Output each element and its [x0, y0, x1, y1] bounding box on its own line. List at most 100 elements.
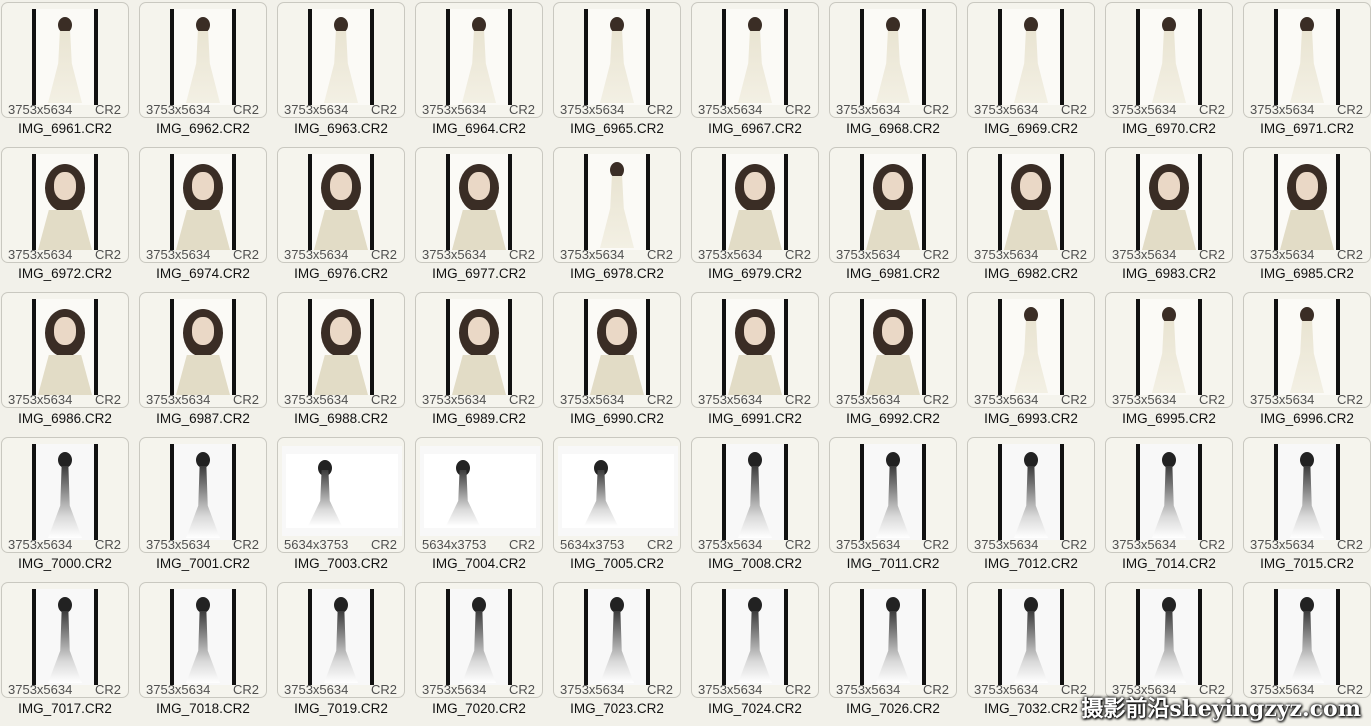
thumbnail[interactable]: 3753x5634 CR2	[1243, 2, 1371, 118]
file-item[interactable]: 3753x5634 CR2 IMG_6989.CR2	[415, 290, 553, 435]
thumbnail[interactable]: 3753x5634 CR2	[139, 292, 267, 408]
file-name[interactable]: IMG_6965.CR2	[553, 121, 681, 136]
file-name[interactable]: IMG_6982.CR2	[967, 266, 1095, 281]
file-item[interactable]: 5634x3753 CR2 IMG_7005.CR2	[553, 435, 691, 580]
file-name[interactable]: IMG_7019.CR2	[277, 701, 405, 716]
file-item[interactable]: 3753x5634 CR2 IMG_7000.CR2	[1, 435, 139, 580]
file-item[interactable]: 3753x5634 CR2 IMG_6988.CR2	[277, 290, 415, 435]
thumbnail[interactable]: 3753x5634 CR2	[277, 582, 405, 698]
file-item[interactable]: 3753x5634 CR2 IMG_6995.CR2	[1105, 290, 1243, 435]
thumbnail[interactable]: 3753x5634 CR2	[1105, 2, 1233, 118]
file-item[interactable]: 3753x5634 CR2 IMG_7023.CR2	[553, 580, 691, 725]
file-item[interactable]: 3753x5634 CR2 IMG_6970.CR2	[1105, 0, 1243, 145]
file-item[interactable]: 3753x5634 CR2 IMG_7012.CR2	[967, 435, 1105, 580]
file-name[interactable]: IMG_6969.CR2	[967, 121, 1095, 136]
file-name[interactable]: IMG_7017.CR2	[1, 701, 129, 716]
thumbnail[interactable]: 3753x5634 CR2	[1105, 292, 1233, 408]
file-item[interactable]: 3753x5634 CR2 IMG_7015.CR2	[1243, 435, 1371, 580]
file-item[interactable]: 3753x5634 CR2 IMG_6963.CR2	[277, 0, 415, 145]
file-name[interactable]: IMG_6967.CR2	[691, 121, 819, 136]
thumbnail[interactable]: 3753x5634 CR2	[415, 2, 543, 118]
file-name[interactable]: IMG_6963.CR2	[277, 121, 405, 136]
thumbnail[interactable]: 3753x5634 CR2	[829, 292, 957, 408]
thumbnail[interactable]: 3753x5634 CR2	[139, 437, 267, 553]
file-name[interactable]: IMG_6987.CR2	[139, 411, 267, 426]
file-name[interactable]: IMG_6988.CR2	[277, 411, 405, 426]
file-name[interactable]: IMG_6983.CR2	[1105, 266, 1233, 281]
file-item[interactable]: 3753x5634 CR2 IMG_6986.CR2	[1, 290, 139, 435]
file-name[interactable]: IMG_7012.CR2	[967, 556, 1095, 571]
file-name[interactable]: IMG_6976.CR2	[277, 266, 405, 281]
thumbnail[interactable]: 3753x5634 CR2	[829, 437, 957, 553]
file-name[interactable]: IMG_6977.CR2	[415, 266, 543, 281]
file-item[interactable]: 3753x5634 CR2 IMG_7011.CR2	[829, 435, 967, 580]
thumbnail[interactable]: 3753x5634 CR2	[691, 2, 819, 118]
file-name[interactable]: IMG_6961.CR2	[1, 121, 129, 136]
file-name[interactable]: IMG_7003.CR2	[277, 556, 405, 571]
file-item[interactable]: 3753x5634 CR2 IMG_6982.CR2	[967, 145, 1105, 290]
thumbnail[interactable]: 3753x5634 CR2	[415, 292, 543, 408]
file-name[interactable]: IMG_6972.CR2	[1, 266, 129, 281]
file-item[interactable]: 3753x5634 CR2 IMG_6987.CR2	[139, 290, 277, 435]
file-item[interactable]: 3753x5634 CR2 IMG_7020.CR2	[415, 580, 553, 725]
file-item[interactable]: 3753x5634 CR2 IMG_6991.CR2	[691, 290, 829, 435]
file-item[interactable]: 3753x5634 CR2 IMG_7001.CR2	[139, 435, 277, 580]
thumbnail[interactable]: 3753x5634 CR2	[277, 147, 405, 263]
thumbnail[interactable]: 3753x5634 CR2	[1105, 437, 1233, 553]
thumbnail[interactable]: 3753x5634 CR2	[829, 2, 957, 118]
thumbnail[interactable]: 3753x5634 CR2	[1, 292, 129, 408]
thumbnail[interactable]: 3753x5634 CR2	[553, 2, 681, 118]
thumbnail[interactable]: 3753x5634 CR2	[277, 292, 405, 408]
thumbnail[interactable]: 3753x5634 CR2	[1243, 582, 1371, 698]
file-name[interactable]: IMG_7008.CR2	[691, 556, 819, 571]
file-name[interactable]: IMG_6991.CR2	[691, 411, 819, 426]
file-name[interactable]: IMG_6974.CR2	[139, 266, 267, 281]
file-name[interactable]: IMG_7020.CR2	[415, 701, 543, 716]
file-name[interactable]: IMG_7018.CR2	[139, 701, 267, 716]
file-item[interactable]: 3753x5634 CR2 IMG_6961.CR2	[1, 0, 139, 145]
file-item[interactable]: 3753x5634 CR2 IMG_6972.CR2	[1, 145, 139, 290]
thumbnail[interactable]: 3753x5634 CR2	[829, 147, 957, 263]
file-item[interactable]: 3753x5634 CR2 IMG_6967.CR2	[691, 0, 829, 145]
thumbnail[interactable]: 3753x5634 CR2	[415, 582, 543, 698]
file-item[interactable]: 3753x5634 CR2 IMG_6981.CR2	[829, 145, 967, 290]
file-item[interactable]: 3753x5634 CR2 IMG_7018.CR2	[139, 580, 277, 725]
thumbnail[interactable]: 3753x5634 CR2	[1, 582, 129, 698]
file-name[interactable]: IMG_6995.CR2	[1105, 411, 1233, 426]
thumbnail[interactable]: 3753x5634 CR2	[139, 2, 267, 118]
thumbnail[interactable]: 5634x3753 CR2	[553, 437, 681, 553]
thumbnail[interactable]: 3753x5634 CR2	[691, 582, 819, 698]
file-item[interactable]: 3753x5634 CR2 IMG_6964.CR2	[415, 0, 553, 145]
file-item[interactable]: 3753x5634 CR2 IMG_7026.CR2	[829, 580, 967, 725]
thumbnail[interactable]: 3753x5634 CR2	[691, 147, 819, 263]
thumbnail[interactable]: 3753x5634 CR2	[829, 582, 957, 698]
file-item[interactable]: 3753x5634 CR2 IMG_6971.CR2	[1243, 0, 1371, 145]
file-item[interactable]: 3753x5634 CR2 IMG_6976.CR2	[277, 145, 415, 290]
file-item[interactable]: 3753x5634 CR2 IMG_6962.CR2	[139, 0, 277, 145]
file-name[interactable]: IMG_6986.CR2	[1, 411, 129, 426]
file-item[interactable]: 5634x3753 CR2 IMG_7004.CR2	[415, 435, 553, 580]
thumbnail[interactable]: 3753x5634 CR2	[967, 2, 1095, 118]
thumbnail[interactable]: 3753x5634 CR2	[967, 437, 1095, 553]
file-name[interactable]: IMG_7014.CR2	[1105, 556, 1233, 571]
thumbnail[interactable]: 3753x5634 CR2	[415, 147, 543, 263]
thumbnail[interactable]: 3753x5634 CR2	[1243, 147, 1371, 263]
file-item[interactable]: 3753x5634 CR2 IMG_7014.CR2	[1105, 435, 1243, 580]
file-name[interactable]: IMG_7001.CR2	[139, 556, 267, 571]
file-name[interactable]: IMG_6970.CR2	[1105, 121, 1233, 136]
file-name[interactable]: IMG_6979.CR2	[691, 266, 819, 281]
thumbnail[interactable]: 3753x5634 CR2	[553, 582, 681, 698]
file-name[interactable]: IMG_6968.CR2	[829, 121, 957, 136]
file-item[interactable]: 3753x5634 CR2 IMG_7019.CR2	[277, 580, 415, 725]
file-name[interactable]: IMG_7026.CR2	[829, 701, 957, 716]
file-name[interactable]: IMG_6992.CR2	[829, 411, 957, 426]
file-item[interactable]: 3753x5634 CR2 IMG_6978.CR2	[553, 145, 691, 290]
file-name[interactable]: IMG_6990.CR2	[553, 411, 681, 426]
file-item[interactable]: 3753x5634 CR2 IMG_6992.CR2	[829, 290, 967, 435]
thumbnail[interactable]: 3753x5634 CR2	[1, 2, 129, 118]
file-name[interactable]: IMG_6996.CR2	[1243, 411, 1371, 426]
thumbnail[interactable]: 3753x5634 CR2	[277, 2, 405, 118]
file-item[interactable]: 3753x5634 CR2 IMG_7024.CR2	[691, 580, 829, 725]
file-name[interactable]: IMG_6993.CR2	[967, 411, 1095, 426]
thumbnail[interactable]: 3753x5634 CR2	[967, 292, 1095, 408]
